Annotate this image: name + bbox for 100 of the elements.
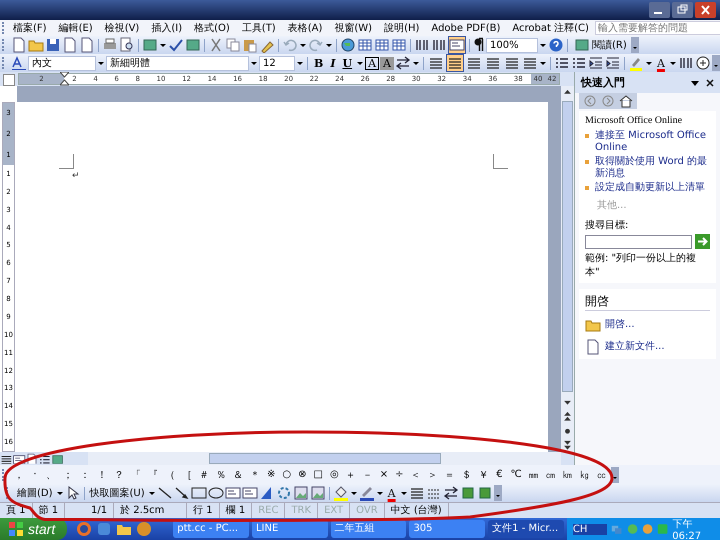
arrow-icon[interactable] <box>174 485 190 501</box>
symbol-button[interactable]: ㏄ <box>594 468 610 482</box>
symbol-button[interactable]: · <box>28 469 42 480</box>
enclose-characters-icon[interactable] <box>694 55 711 71</box>
menu-item[interactable]: 檔案(F) <box>7 21 53 35</box>
symbol-button[interactable]: □ <box>310 469 326 480</box>
menu-item[interactable]: 表格(A) <box>282 21 328 35</box>
vertical-text-box-icon[interactable] <box>242 485 258 501</box>
start-button[interactable]: start <box>0 518 68 540</box>
menu-item[interactable]: Acrobat 注釋(C) <box>506 21 595 35</box>
styles-icon[interactable] <box>11 55 27 71</box>
oval-icon[interactable] <box>208 485 224 501</box>
save-icon[interactable] <box>45 37 61 53</box>
home-icon[interactable] <box>619 94 633 108</box>
italic-button[interactable]: I <box>327 56 338 70</box>
symbol-button[interactable]: ℃ <box>507 469 525 480</box>
symbol-button[interactable]: ？ <box>111 468 127 482</box>
hyperlink-globe-icon[interactable] <box>340 37 356 53</box>
character-border-button[interactable]: A <box>365 56 380 70</box>
borders-icon[interactable] <box>357 37 373 53</box>
menu-item[interactable]: 插入(I) <box>145 21 188 35</box>
symbol-button[interactable]: ㎝ <box>542 468 559 482</box>
link[interactable]: 連接至 Microsoft Office Online <box>595 130 710 154</box>
close-icon[interactable] <box>706 78 714 86</box>
font-color-button[interactable]: A <box>384 486 399 500</box>
menu-item[interactable]: 視窗(W) <box>328 21 378 35</box>
symbol-button[interactable]: ： <box>77 468 93 482</box>
go-arrow-button[interactable] <box>695 234 710 249</box>
input-language-indicator[interactable]: CH <box>572 524 608 534</box>
symbol-button[interactable]: ○ <box>279 469 294 480</box>
symbol-button[interactable]: ㎜ <box>526 468 542 482</box>
symbol-button[interactable]: € <box>492 469 506 480</box>
symbol-button[interactable]: × <box>376 469 392 480</box>
formatting-marks-icon[interactable] <box>473 37 485 53</box>
symbol-button[interactable]: 、 <box>43 468 59 482</box>
link[interactable]: 建立新文件... <box>605 341 665 353</box>
table-icon[interactable] <box>374 37 390 53</box>
zoom-dropdown[interactable]: 100% <box>486 38 538 52</box>
line-color-icon[interactable] <box>358 485 375 501</box>
columns-icon[interactable] <box>414 37 430 53</box>
taskbar-window-button[interactable]: 文件1 - Micr... <box>488 520 564 538</box>
print-preview-icon[interactable] <box>119 37 135 53</box>
bold-button[interactable]: B <box>311 56 326 70</box>
vertical-scrollbar[interactable] <box>561 86 574 452</box>
toolbar-options-button[interactable] <box>712 55 720 71</box>
draw-menu[interactable]: 繪圖(D) <box>15 486 55 500</box>
copy-icon[interactable] <box>225 37 241 53</box>
restore-button[interactable] <box>672 2 693 18</box>
indent-marker-icon[interactable] <box>60 72 69 86</box>
symbol-button[interactable]: ◎ <box>326 469 342 480</box>
symbol-button[interactable]: ＊ <box>247 468 263 482</box>
symbol-button[interactable]: ※ <box>264 469 278 480</box>
toolbar-options-button[interactable] <box>630 37 639 53</box>
taskbar-window-button[interactable]: 二年五組 <box>330 520 406 538</box>
search-field[interactable] <box>585 234 692 248</box>
normal-view-icon[interactable] <box>0 453 13 464</box>
menu-item[interactable]: 編輯(E) <box>52 21 99 35</box>
symbol-button[interactable]: ！ <box>94 468 110 482</box>
menu-item[interactable]: 檢視(V) <box>98 21 146 35</box>
text-box-icon[interactable] <box>224 485 241 501</box>
picture-icon[interactable] <box>310 485 326 501</box>
symbol-button[interactable]: （ <box>162 468 178 482</box>
spelling-check-icon[interactable] <box>168 37 184 53</box>
browser-icon[interactable] <box>76 521 92 537</box>
link[interactable]: 設定成自動更新以上清單 <box>595 182 705 194</box>
fill-color-icon[interactable] <box>332 485 349 501</box>
spreadsheet-icon[interactable] <box>391 37 407 53</box>
document-icon[interactable] <box>585 339 601 355</box>
document-page[interactable]: ↵ <box>17 102 548 452</box>
help-icon[interactable] <box>548 37 564 53</box>
symbol-button[interactable]: ＝ <box>441 468 458 482</box>
font-dropdown[interactable]: 新細明體 <box>106 56 249 70</box>
outline-view-icon[interactable] <box>38 453 52 464</box>
symbol-button[interactable]: ； <box>60 468 76 482</box>
symbol-button[interactable]: ⊗ <box>295 469 310 480</box>
symbol-button[interactable]: 『 <box>145 468 161 482</box>
underline-button[interactable]: U <box>339 56 356 70</box>
symbol-button[interactable]: ＃ <box>196 468 212 482</box>
help-search-field[interactable]: 輸入需要解答的問題 <box>594 21 720 35</box>
symbol-button[interactable]: 「 <box>128 468 144 482</box>
symbol-button[interactable]: ＆ <box>230 468 246 482</box>
character-shading-button[interactable]: A <box>380 56 394 70</box>
app-icon[interactable] <box>136 521 152 537</box>
symbol-button[interactable]: ＋ <box>342 468 359 482</box>
symbol-button[interactable]: ＞ <box>424 468 440 482</box>
font-color-button[interactable]: A <box>654 56 668 70</box>
previous-page-icon[interactable] <box>561 410 574 423</box>
menu-item[interactable]: 說明(H) <box>378 21 426 35</box>
arrow-style-icon[interactable] <box>442 485 459 501</box>
reading-mode-button[interactable]: 閱讀(R) <box>571 37 630 53</box>
increase-indent-icon[interactable] <box>604 55 621 71</box>
symbol-button[interactable]: ÷ <box>392 469 406 480</box>
minimize-button[interactable] <box>649 2 670 18</box>
menu-item[interactable]: 格式(O) <box>188 21 236 35</box>
symbol-button[interactable]: ， <box>11 468 27 482</box>
symbol-button[interactable]: ［ <box>179 468 195 482</box>
symbol-button[interactable]: ％ <box>213 468 229 482</box>
toolbar-options-button[interactable] <box>494 485 502 501</box>
rectangle-icon[interactable] <box>190 485 207 501</box>
line-icon[interactable] <box>156 485 173 501</box>
